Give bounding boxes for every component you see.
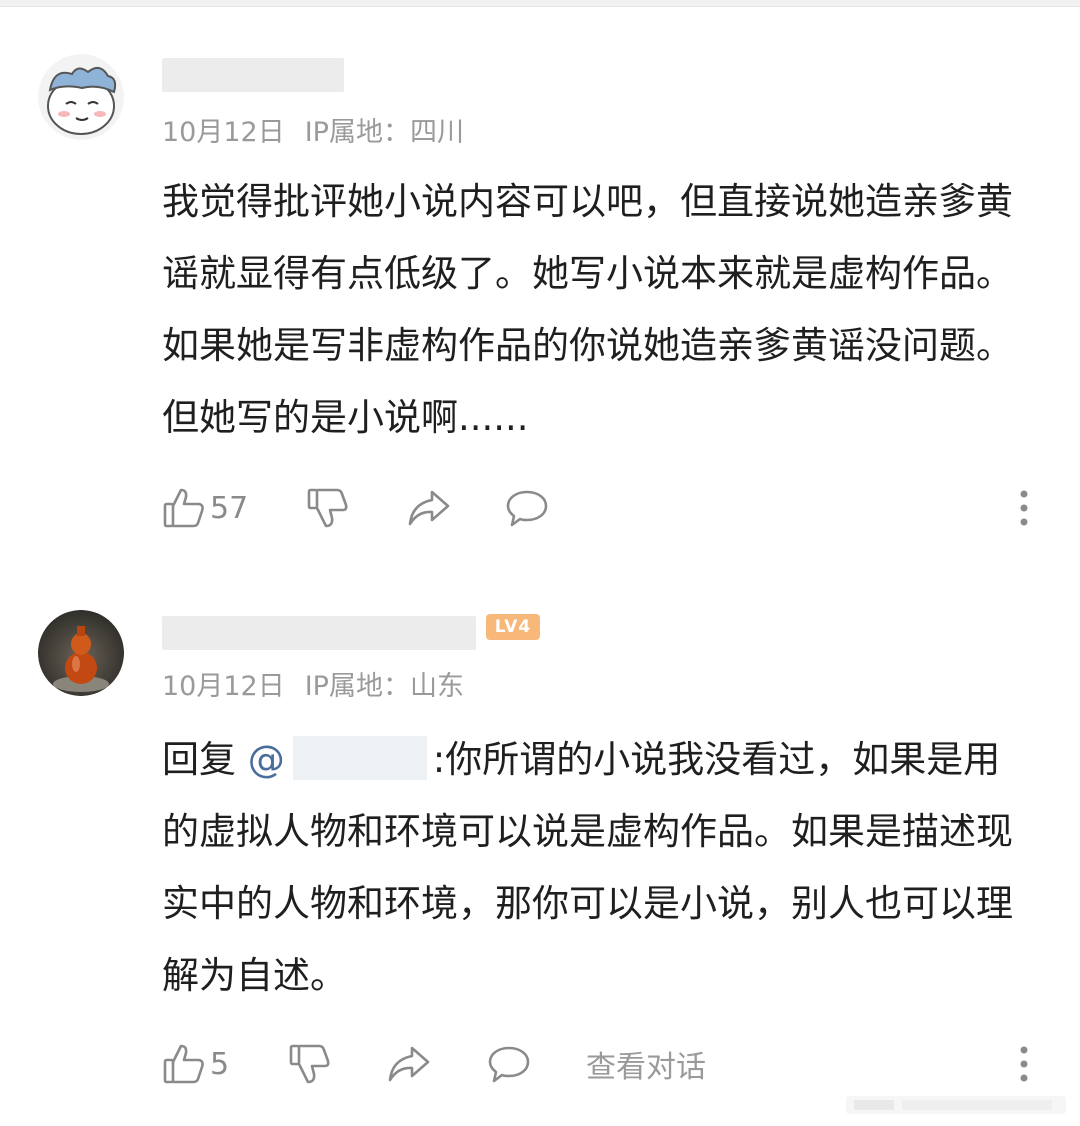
watermark-image (846, 1092, 1066, 1118)
thumbs-down-icon (288, 1042, 332, 1086)
thumbs-up-icon (162, 1042, 206, 1086)
ip-location: 山东 (409, 671, 464, 702)
like-button[interactable]: 57 (162, 484, 248, 532)
comment-item: LV4 10月12日 IP属地：山东 回复 @:你所谓的小说我没看过，如果是用的虚… (0, 600, 1080, 1126)
share-button[interactable] (406, 484, 452, 532)
share-arrow-icon (406, 486, 452, 530)
more-vertical-icon (1014, 1042, 1034, 1086)
like-count: 5 (210, 1046, 230, 1082)
comment-date: 10月12日 (162, 117, 285, 148)
like-count: 57 (210, 490, 249, 526)
speech-bubble-icon (504, 486, 550, 530)
share-button[interactable] (386, 1040, 432, 1088)
more-button[interactable] (1014, 1040, 1034, 1088)
reply-button[interactable] (486, 1040, 532, 1088)
comment-date: 10月12日 (162, 671, 285, 702)
more-button[interactable] (1014, 484, 1034, 532)
dislike-button[interactable] (288, 1040, 332, 1088)
view-dialog-link[interactable]: 查看对话 (586, 1040, 706, 1088)
comment-meta: 10月12日 IP属地：山东 (162, 664, 464, 703)
comment-text: 回复 @:你所谓的小说我没看过，如果是用的虚拟人物和环境可以说是虚构作品。如果是… (162, 724, 1022, 1012)
comment-meta: 10月12日 IP属地：四川 (162, 110, 464, 149)
comment-text: 我觉得批评她小说内容可以吧，但直接说她造亲爹黄谣就显得有点低级了。她写小说本来就… (162, 180, 1013, 439)
thumbs-down-icon (306, 486, 350, 530)
dislike-button[interactable] (306, 484, 350, 532)
comment-actions: 5 查看对话 (162, 1040, 1042, 1088)
comment-actions: 57 (162, 484, 1042, 532)
reply-button[interactable] (504, 484, 550, 532)
username-redacted[interactable] (162, 58, 344, 92)
username-redacted[interactable] (162, 616, 476, 650)
mention-at[interactable]: @ (247, 736, 433, 781)
thumbs-up-icon (162, 486, 206, 530)
view-dialog-label: 查看对话 (586, 1050, 706, 1085)
mention-username-redacted (292, 736, 427, 780)
ip-label: IP属地： (304, 671, 410, 702)
avatar[interactable] (38, 54, 124, 140)
like-button[interactable]: 5 (162, 1040, 229, 1088)
ip-label: IP属地： (304, 117, 410, 148)
comment-item: 10月12日 IP属地：四川 我觉得批评她小说内容可以吧，但直接说她造亲爹黄谣就显… (0, 0, 1080, 560)
level-badge: LV4 (486, 614, 540, 640)
speech-bubble-icon (486, 1042, 532, 1086)
avatar[interactable] (38, 610, 124, 696)
ip-location: 四川 (409, 117, 464, 148)
more-vertical-icon (1014, 486, 1034, 530)
reply-prefix: 回复 (162, 738, 248, 781)
mention-symbol: @ (247, 738, 285, 781)
share-arrow-icon (386, 1042, 432, 1086)
